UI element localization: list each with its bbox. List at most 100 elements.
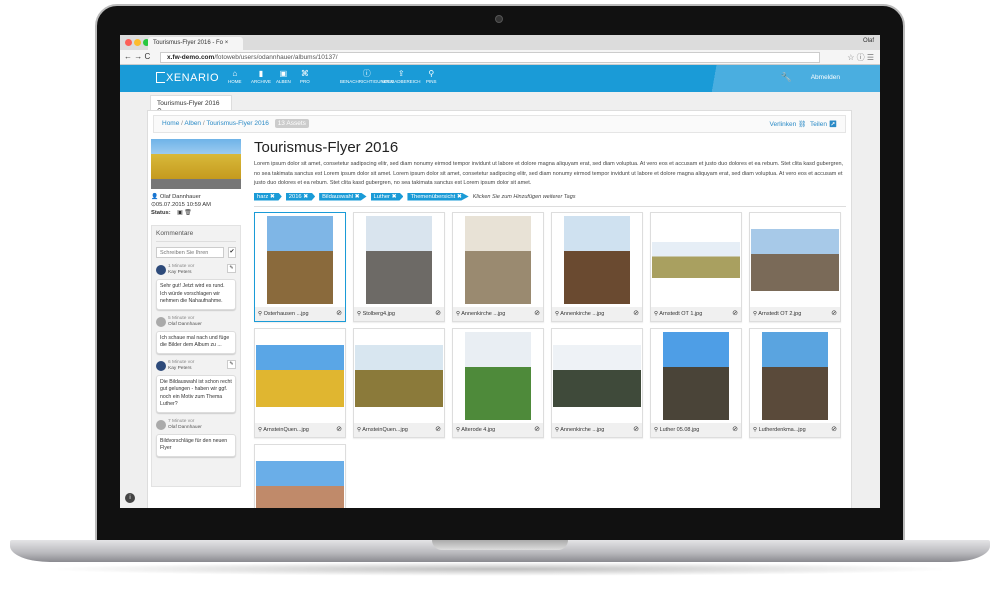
nav-item-uploadbereich[interactable]: ⇪ UPLOADBEREICH	[382, 69, 421, 84]
browser-user[interactable]: Olaf	[863, 38, 874, 44]
nav-item-home[interactable]: ⌂ HOME	[228, 69, 242, 84]
asset-thumbnail[interactable]	[355, 344, 443, 407]
asset-thumbnail[interactable]	[465, 331, 531, 420]
comments-title: Kommentare	[156, 230, 236, 242]
edit-comment-button[interactable]: ✎	[227, 264, 236, 273]
tag[interactable]: Bildauswahl ✖	[319, 192, 367, 201]
link-button[interactable]: Verlinken ⛓	[770, 121, 807, 128]
close-window-button[interactable]	[125, 39, 132, 46]
asset-thumbnail[interactable]	[762, 331, 828, 420]
asset-card[interactable]: ⚲ ArnsteinQuen...jpg ⊘	[353, 327, 445, 438]
asset-thumbnail[interactable]	[267, 215, 333, 304]
logo[interactable]: XENARIO	[156, 72, 219, 84]
asset-card[interactable]: ⚲ Annenkirche ...jpg ⊘	[551, 211, 643, 322]
nav-icon: ▮	[258, 69, 264, 78]
select-check-icon[interactable]: ⊘	[435, 425, 441, 433]
breadcrumb-albums[interactable]: Alben	[184, 120, 201, 127]
add-tag-hint[interactable]: Klicken Sie zum Hinzufügen weiterer Tags	[473, 194, 576, 200]
select-check-icon[interactable]: ⊘	[336, 425, 342, 433]
asset-thumbnail[interactable]	[366, 215, 432, 304]
nav-item-pro[interactable]: ⌘ PRO	[300, 69, 310, 84]
pin-icon[interactable]: ⚲	[357, 427, 361, 433]
back-icon[interactable]: ← → C	[124, 52, 150, 61]
asset-card[interactable]	[254, 443, 346, 508]
asset-card[interactable]: ⚲ Annenkirche ...jpg ⊘	[551, 327, 643, 438]
page-tab[interactable]: Tourismus-Flyer 2016 ⚲	[150, 95, 232, 115]
select-check-icon[interactable]: ⊘	[534, 425, 540, 433]
minimize-window-button[interactable]	[134, 39, 141, 46]
asset-thumbnail[interactable]	[256, 344, 344, 407]
asset-thumbnail[interactable]	[663, 331, 729, 420]
asset-card[interactable]: ⚲ Luther 05.08.jpg ⊘	[650, 327, 742, 438]
nav-item-alben[interactable]: ▣ ALBEN	[276, 69, 291, 84]
comment-text: Bildvorschläge für den neuen Flyer	[156, 433, 236, 457]
asset-thumbnail[interactable]	[553, 344, 641, 407]
pin-icon[interactable]: ⚲	[258, 427, 262, 433]
pin-icon[interactable]: ⚲	[357, 311, 361, 317]
comment-text: Die Bildauswahl ist schon recht gut gelu…	[156, 374, 236, 413]
wrench-icon[interactable]: 🔧	[781, 72, 792, 83]
logout-link[interactable]: Abmelden	[811, 74, 840, 81]
breadcrumb-home[interactable]: Home	[162, 120, 179, 127]
nav-item-archive[interactable]: ▮ ARCHIVE	[251, 69, 271, 84]
webcam	[495, 15, 503, 23]
asset-card[interactable]: ⚲ Osterhausen ...jpg ⊘	[254, 211, 346, 322]
address-bar: ← → C x.fw-demo.com/fotoweb/users/odannh…	[120, 50, 880, 65]
asset-thumbnail[interactable]	[652, 241, 740, 278]
pin-icon[interactable]: ⚲	[654, 427, 658, 433]
tag[interactable]: Luther ✖	[370, 192, 404, 201]
asset-card[interactable]: ⚲ Arnstedt OT 2.jpg ⊘	[749, 211, 841, 322]
asset-thumbnail[interactable]	[564, 215, 630, 304]
comment-time: 6 Minute vor	[168, 359, 195, 365]
album-date: 05.07.2015 10:59 AM	[155, 202, 211, 208]
status-icon[interactable]: ▣	[177, 210, 182, 216]
comment-input[interactable]	[156, 247, 224, 258]
asset-card[interactable]: ⚲ Annenkirche ...jpg ⊘	[452, 211, 544, 322]
tag[interactable]: Themenübersicht ✖	[407, 192, 469, 201]
asset-thumbnail[interactable]	[751, 228, 839, 291]
select-check-icon[interactable]: ⊘	[732, 425, 738, 433]
edit-comment-button[interactable]: ✎	[227, 359, 236, 369]
tag[interactable]: harz ✖	[254, 192, 282, 201]
asset-thumbnail[interactable]	[465, 215, 531, 304]
select-check-icon[interactable]: ⊘	[336, 309, 342, 317]
breadcrumb-current[interactable]: Tourismus-Flyer 2016	[206, 120, 269, 127]
select-check-icon[interactable]: ⊘	[732, 309, 738, 317]
select-check-icon[interactable]: ⊘	[534, 309, 540, 317]
asset-caption: ⚲ ArnsteinQuen...jpg ⊘	[255, 422, 345, 437]
pin-icon[interactable]: ⚲	[555, 427, 559, 433]
select-check-icon[interactable]: ⊘	[831, 425, 837, 433]
asset-thumbnail[interactable]	[256, 460, 344, 508]
select-check-icon[interactable]: ⊘	[633, 425, 639, 433]
pin-icon[interactable]: ⚲	[456, 311, 460, 317]
trash-icon[interactable]: 🗑	[184, 210, 191, 216]
url-input[interactable]: x.fw-demo.com/fotoweb/users/odannhauer/a…	[160, 52, 820, 63]
comment-author: Kay Peters	[168, 365, 192, 371]
avatar	[156, 316, 166, 327]
asset-caption: ⚲ Annenkirche ...jpg ⊘	[453, 306, 543, 321]
pin-icon[interactable]: ⚲	[753, 311, 757, 317]
info-icon[interactable]: i	[125, 493, 135, 503]
select-check-icon[interactable]: ⊘	[633, 309, 639, 317]
pin-icon[interactable]: ⚲	[654, 311, 658, 317]
pin-icon[interactable]: ⚲	[456, 427, 460, 433]
comment-author: Kay Peters	[168, 270, 192, 275]
asset-card[interactable]: ⚲ Arnstedt OT 1.jpg ⊘	[650, 211, 742, 322]
asset-name: Annenkirche ...jpg	[461, 310, 506, 317]
submit-comment-button[interactable]: ✔	[228, 247, 236, 258]
asset-card[interactable]: ⚲ Stolberg4.jpg ⊘	[353, 211, 445, 322]
select-check-icon[interactable]: ⊘	[831, 309, 837, 317]
share-button[interactable]: Teilen ↗	[810, 121, 837, 128]
nav-item-pins[interactable]: ⚲ PINS	[426, 69, 437, 84]
pin-icon[interactable]: ⚲	[555, 311, 559, 317]
asset-card[interactable]: ⚲ Alterode 4.jpg ⊘	[452, 327, 544, 438]
asset-card[interactable]: ⚲ Lutherdenkma...jpg ⊘	[749, 327, 841, 438]
pin-icon[interactable]: ⚲	[753, 427, 757, 433]
pin-icon[interactable]: ⚲	[258, 311, 262, 317]
browser-tab[interactable]: Tourismus-Flyer 2016 - Fo ×	[148, 37, 243, 50]
select-check-icon[interactable]: ⊘	[435, 309, 441, 317]
browser-menu-icon[interactable]: ☆ ⓘ ☰	[847, 52, 874, 63]
comment-time: 1 Minute vor	[168, 264, 195, 269]
asset-card[interactable]: ⚲ ArnsteinQuen...jpg ⊘	[254, 327, 346, 438]
tag[interactable]: 2016 ✖	[285, 192, 316, 201]
